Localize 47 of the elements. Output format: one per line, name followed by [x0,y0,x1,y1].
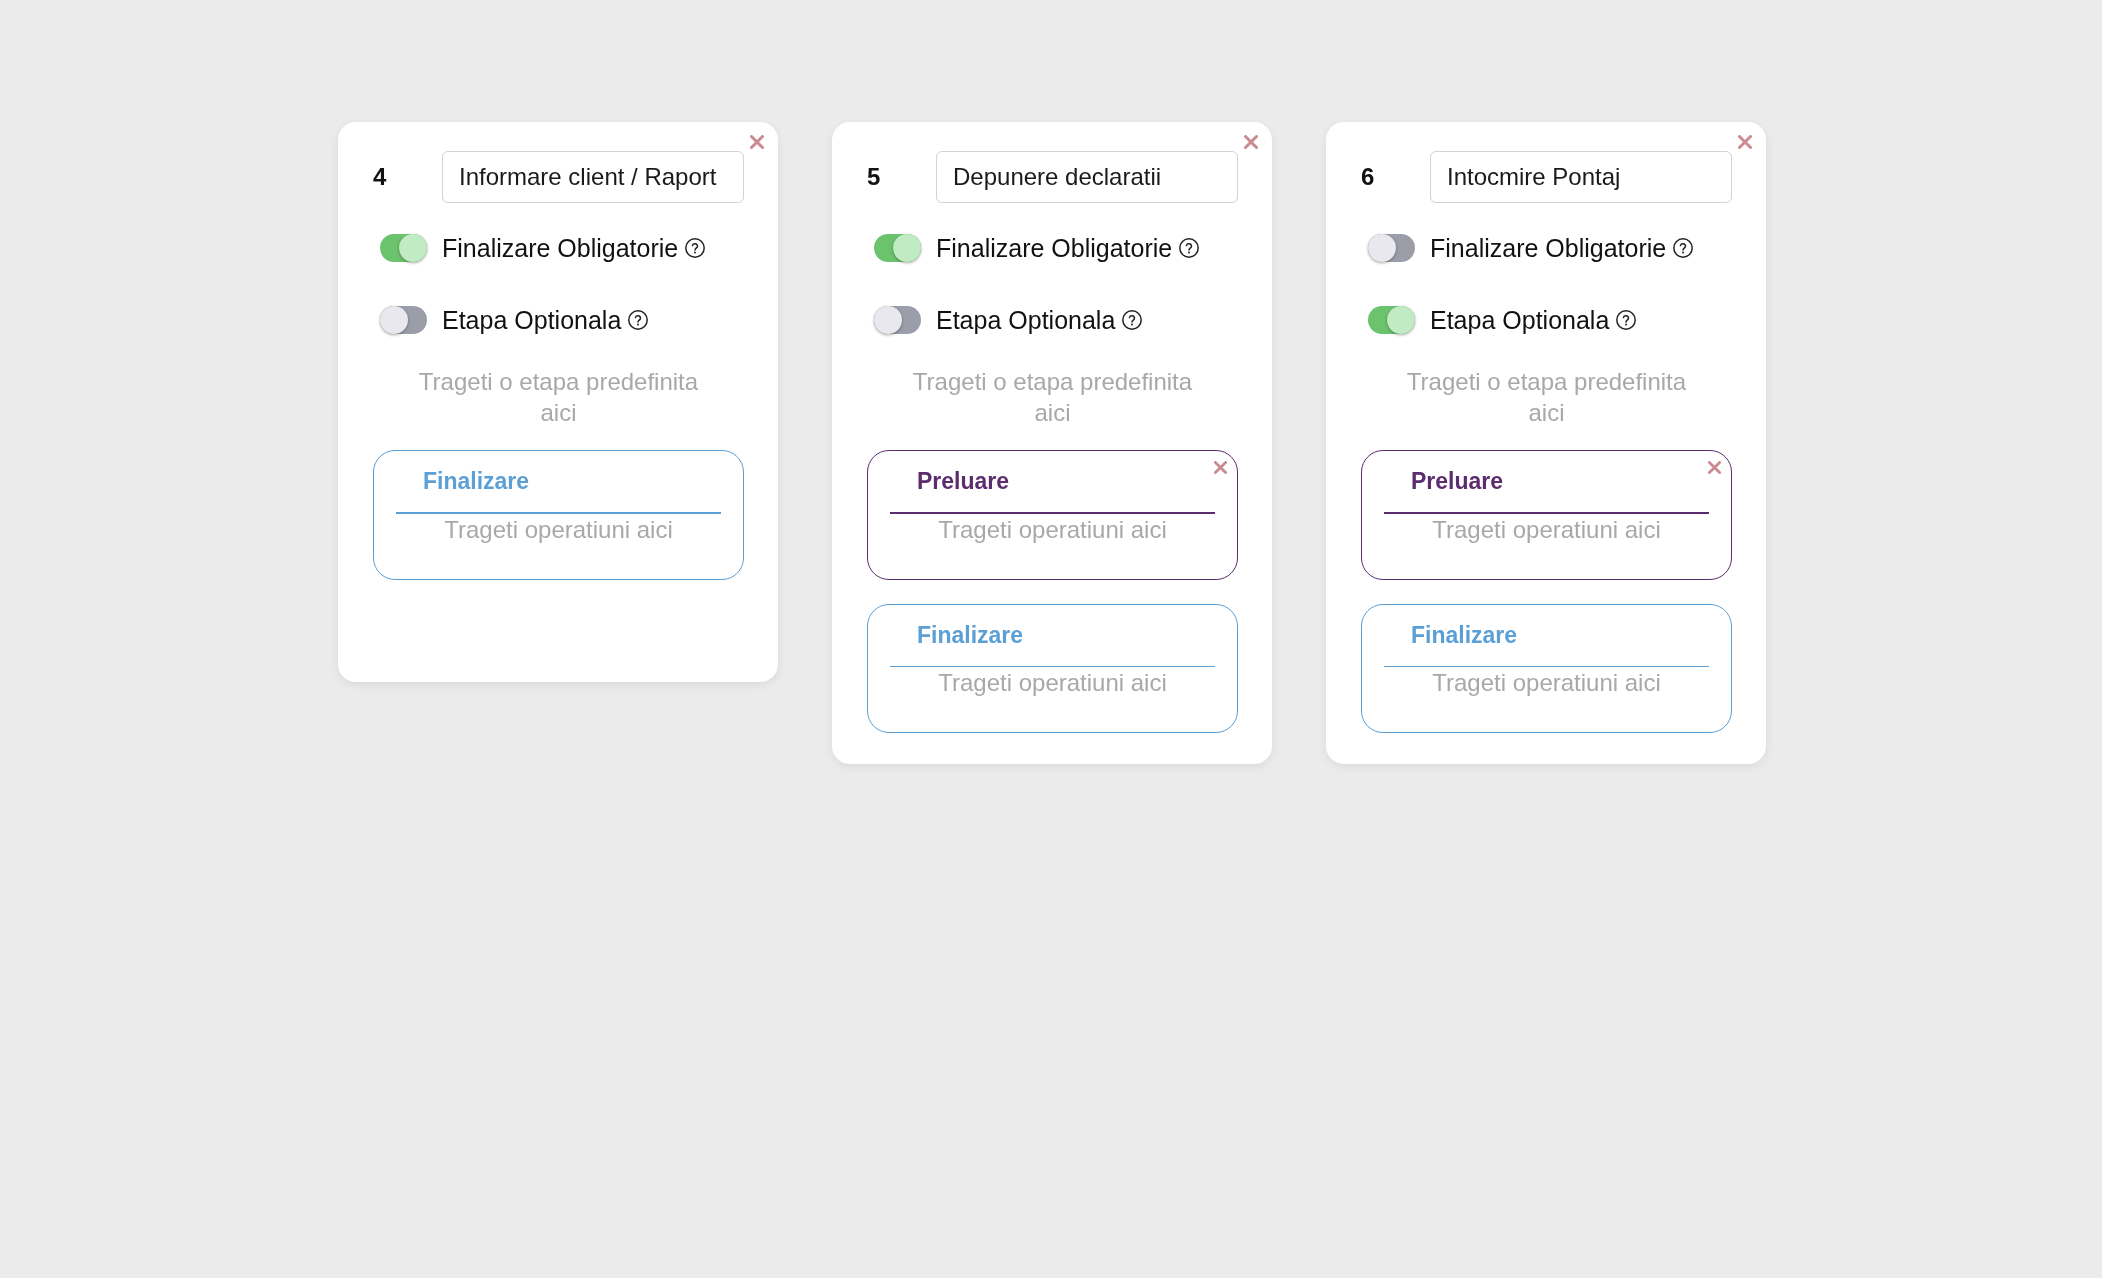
help-icon[interactable] [1122,310,1143,330]
drop-hint: Trageti operatiuni aici [937,514,1168,545]
drop-hint: Trageti operatiuni aici [937,668,1168,698]
toggle-switch[interactable] [874,306,921,334]
stage-title: Finalizare [916,620,1025,650]
help-icon[interactable] [628,310,649,330]
help-icon[interactable] [1179,238,1200,258]
close-button[interactable] [1244,135,1258,149]
step-number: 5 [867,163,882,191]
toggle-label: Etapa Optionala [936,305,1116,335]
step-name-field[interactable]: Informare client / Raport [442,151,744,203]
close-button[interactable] [1214,461,1227,474]
close-icon [750,135,764,149]
help-icon[interactable] [685,238,706,258]
toggle-label: Finalizare Obligatorie [442,233,679,263]
step-name-field[interactable]: Intocmire Pontaj [1430,151,1732,203]
toggle-label: Etapa Optionala [1430,305,1610,335]
toggle-switch[interactable] [874,234,921,262]
close-icon [1214,461,1227,474]
help-icon[interactable] [1616,310,1637,330]
step-number: 6 [1361,163,1376,191]
toggle-label: Finalizare Obligatorie [936,233,1173,263]
drop-hint: Trageti operatiuni aici [1431,514,1662,545]
close-icon [1738,135,1752,149]
step-number: 4 [373,163,388,191]
toggle-switch[interactable] [1368,306,1415,334]
drop-hint: Trageti o etapa predefinita aici [911,367,1194,428]
drop-hint: Trageti o etapa predefinita aici [1405,367,1688,428]
drop-hint: Trageti o etapa predefinita aici [417,367,700,428]
close-icon [1244,135,1258,149]
close-icon [1708,461,1721,474]
stage-title: Finalizare [1410,620,1519,650]
close-button[interactable] [1708,461,1721,474]
stage-title: Preluare [1410,467,1505,496]
toggle-label: Etapa Optionala [442,305,622,335]
help-icon[interactable] [1673,238,1694,258]
toggle-label: Finalizare Obligatorie [1430,233,1667,263]
step-name-field[interactable]: Depunere declaratii [936,151,1238,203]
toggle-switch[interactable] [380,234,427,262]
stage-title: Preluare [916,467,1011,496]
drop-hint: Trageti operatiuni aici [1431,668,1662,698]
drop-hint: Trageti operatiuni aici [443,514,674,545]
close-button[interactable] [750,135,764,149]
toggle-switch[interactable] [1368,234,1415,262]
close-button[interactable] [1738,135,1752,149]
stage-title: Finalizare [422,467,531,496]
toggle-switch[interactable] [380,306,427,334]
